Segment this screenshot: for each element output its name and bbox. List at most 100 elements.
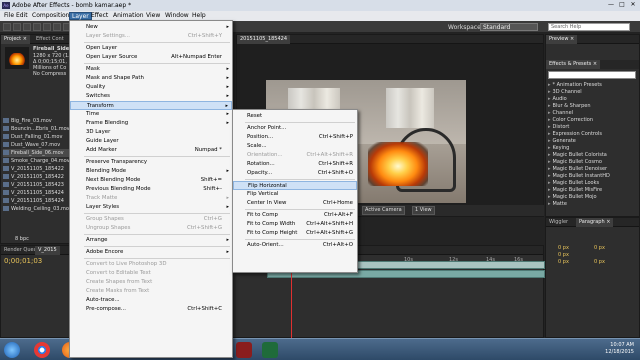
effect-category[interactable]: ▸ Color Correction [548,117,593,124]
list-item[interactable]: Big_Fire_03.mov [3,117,52,125]
effect-category[interactable]: ▸ Audio [548,96,567,103]
menu-item-3d-layer[interactable]: 3D Layer [70,128,232,137]
menu-help[interactable]: Help [190,12,208,20]
effect-category[interactable]: ▸ Blur & Sharpen [548,103,591,110]
transform-item-position[interactable]: Position... Ctrl+Shift+P [233,133,357,142]
space-after-value[interactable]: 0 px [594,259,605,265]
zoom-tool-icon[interactable] [23,23,31,31]
transform-item-flip-vertical[interactable]: Flip Vertical [233,190,357,199]
playhead[interactable] [291,262,292,338]
transform-item-fit-to-comp[interactable]: Fit to Comp Ctrl+Alt+F [233,211,357,220]
menu-effect[interactable]: Effect [89,12,110,20]
chrome-icon[interactable] [34,342,50,358]
transform-item-scale[interactable]: Scale... [233,142,357,151]
list-item[interactable]: Dust_Wave_07.mov [3,141,60,149]
close-button[interactable]: ✕ [628,1,638,9]
transform-item-flip-horizontal[interactable]: Flip Horizontal [233,181,357,190]
menu-item-switches[interactable]: Switches ▸ [70,92,232,101]
effect-category[interactable]: ▸ Expression Controls [548,131,602,138]
transform-item-center-in-view[interactable]: Center In View Ctrl+Home [233,199,357,208]
menu-item-guide-layer[interactable]: Guide Layer [70,137,232,146]
list-item-selected[interactable]: Fireball_Side_06.mov [3,149,75,157]
menu-item-open-layer-source[interactable]: Open Layer Source Alt+Numpad Enter [70,53,232,62]
effect-category[interactable]: ▸ * Animation Presets [548,82,602,89]
tab-effects-presets[interactable]: Effects & Presets × [546,60,601,69]
list-item[interactable]: Welding_Ceiling_03.mov [3,205,72,213]
camera-tool-icon[interactable] [43,23,51,31]
effect-category[interactable]: ▸ Magic Bullet MisFire [548,187,602,194]
first-line-indent-value[interactable]: 0 px [558,252,569,258]
effect-category[interactable]: ▸ Magic Bullet Denoiser [548,166,607,173]
list-item[interactable]: V_20151105_185424 [3,197,64,205]
menu-item-next-blending-mode[interactable]: Next Blending Mode Shift+= [70,176,232,185]
effect-category[interactable]: ▸ Magic Bullet Cosmo [548,159,602,166]
menu-composition[interactable]: Composition [30,12,71,20]
indent-right-value[interactable]: 0 px [594,245,605,251]
menu-item-transform[interactable]: Transform ▸ [70,101,232,110]
hand-tool-icon[interactable] [13,23,21,31]
tab-project[interactable]: Project × [1,35,30,44]
bit-depth-label[interactable]: 8 bpc [15,235,29,243]
effect-category[interactable]: ▸ Matte [548,201,567,208]
active-camera-select[interactable]: Active Camera [362,206,405,215]
menu-item-frame-blending[interactable]: Frame Blending ▸ [70,119,232,128]
effect-category[interactable]: ▸ Magic Bullet InstantHD [548,173,610,180]
menu-item-time[interactable]: Time ▸ [70,110,232,119]
effect-category[interactable]: ▸ Generate [548,138,576,145]
tab-timeline-comp[interactable]: V_2015 [35,246,60,255]
menu-item-previous-blending-mode[interactable]: Previous Blending Mode Shift+- [70,185,232,194]
menu-item-auto-trace[interactable]: Auto-trace... [70,296,232,305]
minimize-button[interactable]: — [606,1,616,9]
pan-behind-tool-icon[interactable] [53,23,61,31]
list-item[interactable]: V_20151105_185422 [3,173,64,181]
effect-category[interactable]: ▸ Channel [548,110,573,117]
search-help-input[interactable]: Search Help [548,23,630,31]
menu-item-open-layer[interactable]: Open Layer [70,44,232,53]
tab-composition[interactable]: 20151105_185424 [237,35,291,44]
tab-wiggler[interactable]: Wiggler [546,218,571,227]
menu-item-adobe-encore[interactable]: Adobe Encore ▸ [70,248,232,257]
maximize-button[interactable]: □ [617,1,627,9]
transform-item-opacity[interactable]: Opacity... Ctrl+Shift+O [233,169,357,178]
menu-item-arrange[interactable]: Arrange ▸ [70,236,232,245]
menu-item-pre-compose[interactable]: Pre-compose... Ctrl+Shift+C [70,305,232,314]
menu-item-new[interactable]: New ▸ [70,23,232,32]
list-item[interactable]: V_20151105_185424 [3,189,64,197]
effect-category[interactable]: ▸ 3D Channel [548,89,582,96]
current-time-display[interactable]: 0;00;01;03 [4,257,42,265]
list-item[interactable]: Dust_Falling_01.mov [3,133,62,141]
list-item[interactable]: V_20151105_185422 [3,165,64,173]
transform-item-anchor-point[interactable]: Anchor Point... [233,124,357,133]
menu-item-layer-styles[interactable]: Layer Styles ▸ [70,203,232,212]
effect-category[interactable]: ▸ Magic Bullet Colorista [548,152,607,159]
indent-left-value[interactable]: 0 px [558,245,569,251]
effect-category[interactable]: ▸ Magic Bullet Mojo [548,194,597,201]
menu-item-mask-and-shape-path[interactable]: Mask and Shape Path ▸ [70,74,232,83]
menu-item-quality[interactable]: Quality ▸ [70,83,232,92]
taskbar-app-icon[interactable] [262,342,278,358]
list-item[interactable]: Smoke_Charge_04.mov [3,157,70,165]
menu-item-mask[interactable]: Mask ▸ [70,65,232,74]
menu-item-add-marker[interactable]: Add Marker Numpad * [70,146,232,155]
menu-view[interactable]: View [144,12,162,20]
menu-window[interactable]: Window [163,12,191,20]
start-button-icon[interactable] [4,342,20,358]
space-before-value[interactable]: 0 px [558,259,569,265]
tab-paragraph[interactable]: Paragraph × [576,218,614,227]
transform-item-reset[interactable]: Reset [233,112,357,121]
rotate-tool-icon[interactable] [33,23,41,31]
transform-item-fit-to-comp-width[interactable]: Fit to Comp Width Ctrl+Alt+Shift+H [233,220,357,229]
tab-effect-controls[interactable]: Effect Cont [33,35,67,44]
effect-category[interactable]: ▸ Keying [548,145,569,152]
list-item[interactable]: V_20151105_185423 [3,181,64,189]
effects-search-input[interactable] [548,71,636,79]
menu-animation[interactable]: Animation [111,12,146,20]
view-layout-select[interactable]: 1 View [412,206,435,215]
workspace-select[interactable]: Standard [480,23,538,31]
effect-category[interactable]: ▸ Distort [548,124,569,131]
menu-edit[interactable]: Edit [14,12,30,20]
transform-item-rotation[interactable]: Rotation... Ctrl+Shift+R [233,160,357,169]
list-item[interactable]: Bouncin...Ebris_01.mov [3,125,70,133]
effect-category[interactable]: ▸ Magic Bullet Looks [548,180,599,187]
menu-item-blending-mode[interactable]: Blending Mode ▸ [70,167,232,176]
